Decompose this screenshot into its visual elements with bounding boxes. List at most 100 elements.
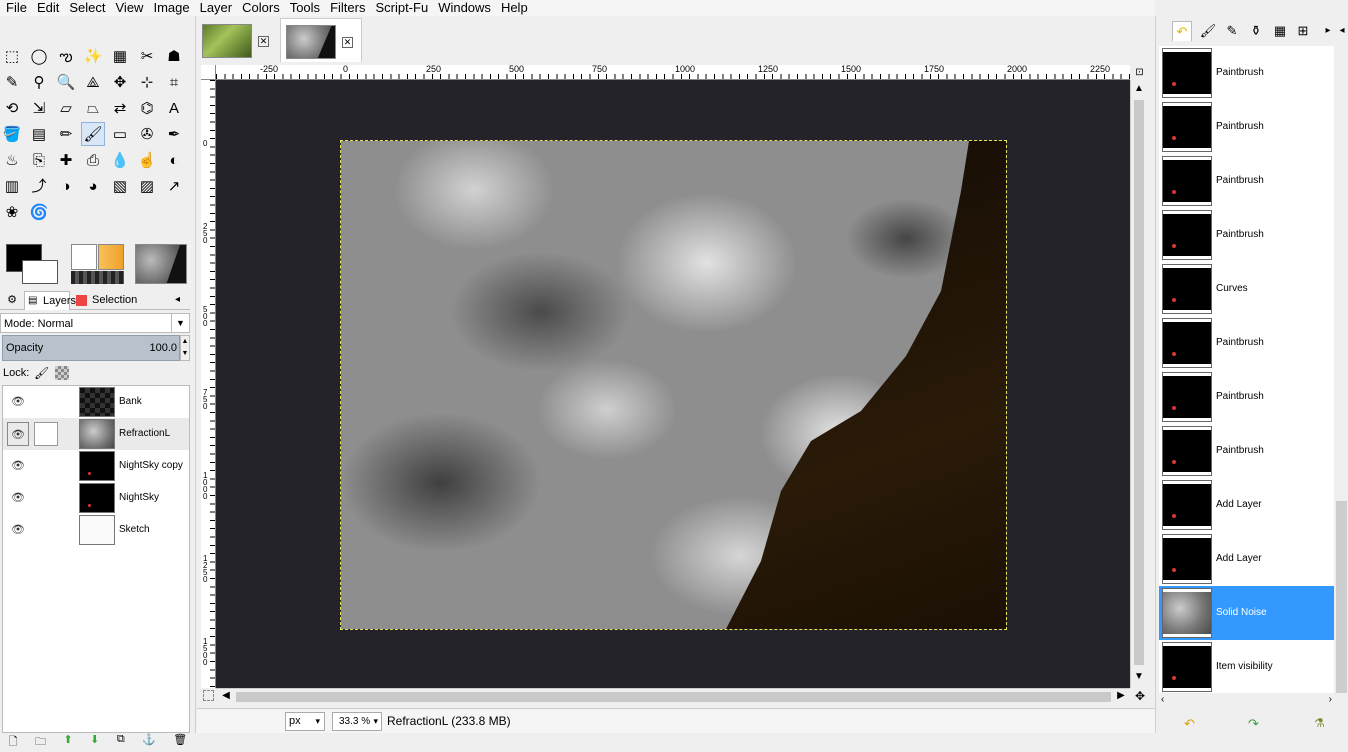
menu-view[interactable]: View xyxy=(111,0,149,16)
raise-layer-icon[interactable]: ⬆ xyxy=(63,733,72,749)
rect-select-tool-icon[interactable]: ⬚ xyxy=(0,44,24,68)
menu-filters[interactable]: Filters xyxy=(325,0,370,16)
duplicate-layer-icon[interactable]: ⧉ xyxy=(117,733,125,749)
brushes-tab-icon[interactable]: 🖌 xyxy=(1198,21,1218,41)
scroll-left-icon[interactable]: ◀ xyxy=(219,689,233,703)
history-item[interactable]: Paintbrush xyxy=(1159,208,1334,262)
ink-tool-icon[interactable]: ✒ xyxy=(162,122,186,146)
paintbrush-tool-icon[interactable]: 🖌 xyxy=(81,122,105,146)
unit-select[interactable]: px ▾ xyxy=(285,712,325,731)
perspective-clone-tool-icon[interactable]: ⎙ xyxy=(81,148,105,172)
undo-history-tab-icon[interactable]: ↶ xyxy=(1172,21,1192,41)
gradient-preview[interactable] xyxy=(98,244,124,270)
close-icon[interactable]: ✕ xyxy=(342,37,353,48)
image-content[interactable] xyxy=(340,140,1007,630)
layer-row[interactable]: 👁 Sketch xyxy=(3,514,189,546)
shear-tool-icon[interactable]: ▱ xyxy=(54,96,78,120)
history-vertical-scrollbar[interactable] xyxy=(1335,46,1348,693)
layer-name[interactable]: Bank xyxy=(119,386,142,418)
scroll-up-icon[interactable]: ▲ xyxy=(1132,82,1146,96)
mode-select[interactable]: Mode: Normal ▼ xyxy=(0,313,190,333)
new-layer-icon[interactable]: 🗋 xyxy=(9,733,18,749)
history-item[interactable]: Paintbrush xyxy=(1159,100,1334,154)
layer-row[interactable]: 👁 RefractionL xyxy=(3,418,189,450)
color-balance-tool-icon[interactable]: ◑ xyxy=(54,174,78,198)
eye-icon[interactable]: 👁 xyxy=(11,492,25,504)
eraser-tool-icon[interactable]: ▭ xyxy=(108,122,132,146)
dock-menu-icon[interactable]: ◂ xyxy=(175,291,187,310)
layer-name[interactable]: Sketch xyxy=(119,514,150,546)
scroll-down-icon[interactable]: ▼ xyxy=(1132,670,1146,684)
quick-mask-toggle[interactable] xyxy=(203,690,214,701)
delete-layer-icon[interactable]: 🗑 xyxy=(173,733,187,749)
history-item[interactable]: Item visibility xyxy=(1159,640,1334,693)
tab-layers[interactable]: ▤ Layers xyxy=(24,291,76,310)
histogram-tool-icon[interactable]: ▨ xyxy=(135,174,159,198)
brush-tab-icon[interactable]: ⚱ xyxy=(1246,21,1266,41)
canvas-horizontal-scrollbar[interactable]: ◀ ▶ xyxy=(216,688,1130,704)
layer-row[interactable]: 👁 NightSky copy xyxy=(3,450,189,482)
layer-name[interactable]: NightSky copy xyxy=(119,450,183,482)
background-color-swatch[interactable] xyxy=(22,260,58,284)
perspective-tool-icon[interactable]: ⏢ xyxy=(81,96,105,120)
menu-help[interactable]: Help xyxy=(496,0,533,16)
levels-tool-icon[interactable]: ▥ xyxy=(0,174,24,198)
scissors-select-tool-icon[interactable]: ✂ xyxy=(135,44,159,68)
vertical-scroll-thumb[interactable] xyxy=(1134,100,1144,665)
opacity-spinner[interactable]: ▲ ▼ xyxy=(180,335,190,361)
align-tool-icon[interactable]: ⊹ xyxy=(135,70,159,94)
active-image-thumbnail[interactable] xyxy=(135,244,187,284)
menu-windows[interactable]: Windows xyxy=(433,0,496,16)
chain-toggle[interactable] xyxy=(34,422,58,446)
bucket-fill-tool-icon[interactable]: 🪣 xyxy=(0,122,24,146)
menu-script-fu[interactable]: Script-Fu xyxy=(370,0,433,16)
pencil-tool-icon[interactable]: ✏ xyxy=(54,122,78,146)
history-item[interactable]: Paintbrush xyxy=(1159,424,1334,478)
color-picker-tool-icon[interactable]: ⚲ xyxy=(27,70,51,94)
blend-tool-icon[interactable]: ▤ xyxy=(27,122,51,146)
clone-tool-icon[interactable]: ⎘ xyxy=(27,148,51,172)
zoom-select[interactable]: 33.3 % ▾ xyxy=(332,712,382,731)
patterns-tab-icon[interactable]: ▦ xyxy=(1270,21,1290,41)
image-canvas[interactable] xyxy=(216,80,1130,688)
layer-row[interactable]: 👁 NightSky xyxy=(3,482,189,514)
menu-layer[interactable]: Layer xyxy=(195,0,238,16)
hue-saturation-tool-icon[interactable]: ◕ xyxy=(81,174,105,198)
gegl-op-tool-icon[interactable]: ❀ xyxy=(0,200,24,224)
history-item-selected[interactable]: Solid Noise xyxy=(1159,586,1334,640)
free-select-tool-icon[interactable]: ఌ xyxy=(54,44,78,68)
horizontal-scroll-thumb[interactable] xyxy=(236,692,1111,702)
horizontal-ruler[interactable]: -250 0 250 500 750 1000 1250 1500 1750 2… xyxy=(216,65,1130,80)
menu-file[interactable]: File xyxy=(0,0,32,16)
color-temperature-tool-icon[interactable]: ▧ xyxy=(108,174,132,198)
menu-select[interactable]: Select xyxy=(64,0,110,16)
fuzzy-select-tool-icon[interactable]: ✨ xyxy=(81,44,105,68)
lock-alpha-icon[interactable] xyxy=(55,366,69,380)
flip-tool-icon[interactable]: ⇄ xyxy=(108,96,132,120)
eye-icon[interactable]: 👁 xyxy=(11,396,25,408)
history-scroll-thumb[interactable] xyxy=(1336,501,1347,693)
undo-icon[interactable]: ↶ xyxy=(1184,716,1195,732)
scroll-left-icon[interactable]: ‹ xyxy=(1161,694,1164,705)
dock-menu-icon[interactable]: ◂ xyxy=(1332,21,1348,41)
history-item[interactable]: Add Layer xyxy=(1159,532,1334,586)
heal-tool-icon[interactable]: ✚ xyxy=(54,148,78,172)
brush-preview[interactable] xyxy=(71,244,97,270)
history-horizontal-scrollbar[interactable]: ‹ › xyxy=(1159,694,1334,708)
history-item[interactable]: Paintbrush xyxy=(1159,154,1334,208)
layer-name[interactable]: NightSky xyxy=(119,482,159,514)
zoom-fit-icon[interactable]: ⊡ xyxy=(1133,66,1146,79)
tool-options-tab-icon[interactable]: ⚙ xyxy=(2,291,22,310)
canvas-vertical-scrollbar[interactable]: ▲ ▼ xyxy=(1130,80,1146,688)
select-by-color-tool-icon[interactable]: ▦ xyxy=(108,44,132,68)
lower-layer-icon[interactable]: ⬇ xyxy=(90,733,99,749)
history-item[interactable]: Curves xyxy=(1159,262,1334,316)
clear-history-icon[interactable]: ⚗ xyxy=(1314,716,1325,730)
menu-image[interactable]: Image xyxy=(148,0,194,16)
navigate-icon[interactable]: ✥ xyxy=(1133,689,1147,703)
history-item[interactable]: Paintbrush xyxy=(1159,370,1334,424)
menu-tools[interactable]: Tools xyxy=(285,0,325,16)
image-tab[interactable]: ✕ xyxy=(197,18,279,62)
smudge-tool-icon[interactable]: ☝ xyxy=(135,148,159,172)
redo-icon[interactable]: ↷ xyxy=(1248,716,1259,732)
